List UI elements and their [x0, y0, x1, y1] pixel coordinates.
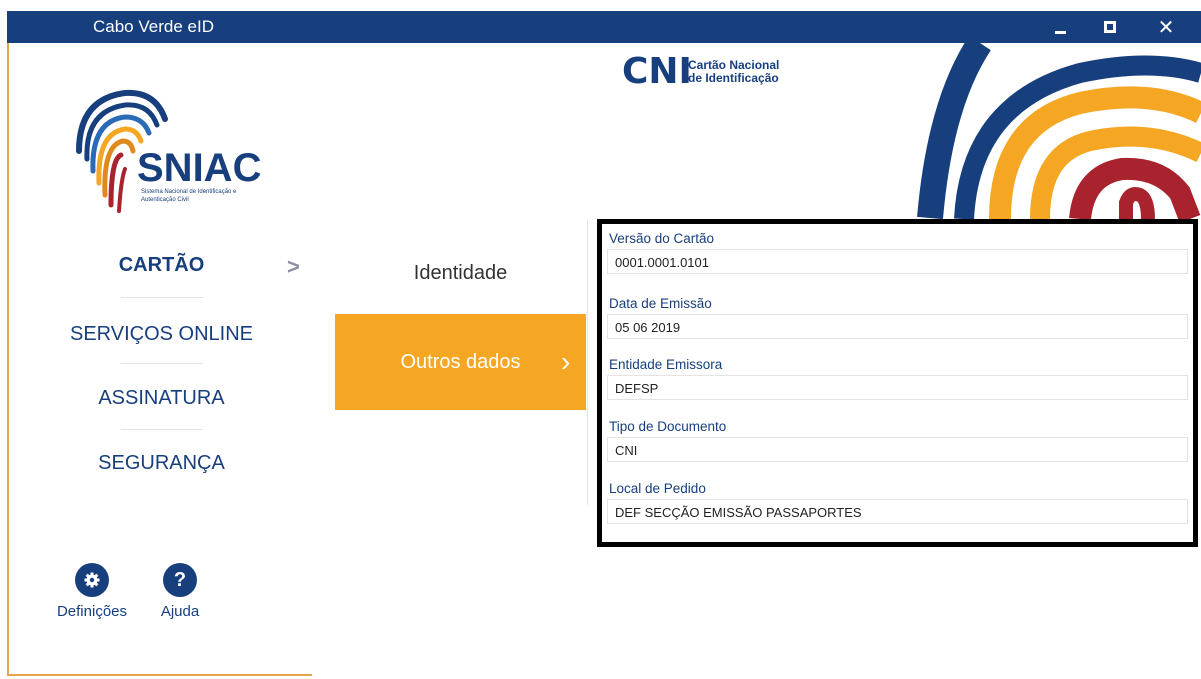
- window-title: Cabo Verde eID: [93, 17, 214, 36]
- field-label: Data de Emissão: [609, 296, 712, 311]
- field-value[interactable]: DEF SECÇÃO EMISSÃO PASSAPORTES: [607, 499, 1188, 524]
- sidebar-item-label: ASSINATURA: [98, 386, 225, 409]
- field-versao-cartao: Versão do Cartão 0001.0001.0101: [607, 229, 1188, 274]
- sidebar-item-seguranca[interactable]: SEGURANÇA: [9, 438, 314, 488]
- question-icon: ?: [163, 563, 197, 597]
- sidebar-item-assinatura[interactable]: ASSINATURA: [9, 373, 314, 423]
- sidebar-item-cartao[interactable]: CARTÃO >: [9, 240, 314, 290]
- field-label: Entidade Emissora: [609, 357, 723, 372]
- settings-button[interactable]: Definições: [47, 563, 137, 620]
- field-local-pedido: Local de Pedido DEF SECÇÃO EMISSÃO PASSA…: [607, 479, 1188, 524]
- submenu-item-identidade[interactable]: Identidade: [335, 240, 586, 306]
- field-label: Local de Pedido: [609, 481, 706, 496]
- submenu-item-outros-dados[interactable]: Outros dados ›: [335, 314, 586, 410]
- field-tipo-documento: Tipo de Documento CNI: [607, 417, 1188, 462]
- divider: [121, 363, 203, 364]
- sidebar-item-label: SEGURANÇA: [98, 451, 225, 474]
- chevron-right-icon: >: [287, 254, 300, 279]
- sidebar: SNIAC Sistema Nacional de Identificação …: [7, 43, 312, 676]
- help-label: Ajuda: [160, 603, 200, 620]
- divider: [587, 220, 588, 505]
- cni-logo-text: Cartão Nacional de Identificação: [688, 59, 779, 85]
- settings-label: Definições: [56, 603, 128, 620]
- card-details-panel: Versão do Cartão 0001.0001.0101 Data de …: [597, 219, 1198, 547]
- maximize-icon: [1104, 21, 1116, 33]
- field-label: Versão do Cartão: [609, 231, 715, 246]
- field-value[interactable]: DEFSP: [607, 375, 1188, 400]
- field-value[interactable]: 05 06 2019: [607, 314, 1188, 339]
- field-label: Tipo de Documento: [609, 419, 727, 434]
- sidebar-item-servicos-online[interactable]: SERVIÇOS ONLINE: [9, 309, 314, 359]
- field-value[interactable]: 0001.0001.0101: [607, 249, 1188, 274]
- cni-logo-mark: CNI: [622, 51, 692, 92]
- maximize-button[interactable]: [1087, 11, 1133, 43]
- submenu-item-label: Identidade: [413, 261, 508, 284]
- cni-logo-line-2: de Identificação: [688, 71, 779, 85]
- submenu-item-label: Outros dados: [400, 350, 521, 373]
- sidebar-item-label: SERVIÇOS ONLINE: [69, 322, 254, 345]
- help-button[interactable]: ? Ajuda: [135, 563, 225, 620]
- sniac-logo-subtitle-2: Autenticação Civil: [141, 197, 189, 203]
- close-icon: ✕: [1157, 16, 1175, 39]
- divider: [121, 297, 203, 298]
- minimize-button[interactable]: [1037, 11, 1083, 43]
- window-titlebar: Cabo Verde eID ✕: [7, 11, 1201, 43]
- minimize-icon: [1055, 31, 1066, 34]
- decorative-arcs: [917, 43, 1201, 220]
- sidebar-item-label: CARTÃO: [118, 253, 205, 276]
- sniac-logo: SNIAC Sistema Nacional de Identificação …: [76, 89, 261, 213]
- chevron-right-icon: ›: [561, 346, 571, 377]
- close-button[interactable]: ✕: [1143, 11, 1189, 43]
- sniac-logo-name: SNIAC: [137, 146, 261, 190]
- gear-icon: [75, 563, 109, 597]
- field-data-emissao: Data de Emissão 05 06 2019: [607, 294, 1188, 339]
- divider: [121, 429, 203, 430]
- sniac-logo-subtitle-1: Sistema Nacional de Identificação e: [141, 189, 237, 195]
- field-value[interactable]: CNI: [607, 437, 1188, 462]
- field-entidade-emissora: Entidade Emissora DEFSP: [607, 355, 1188, 400]
